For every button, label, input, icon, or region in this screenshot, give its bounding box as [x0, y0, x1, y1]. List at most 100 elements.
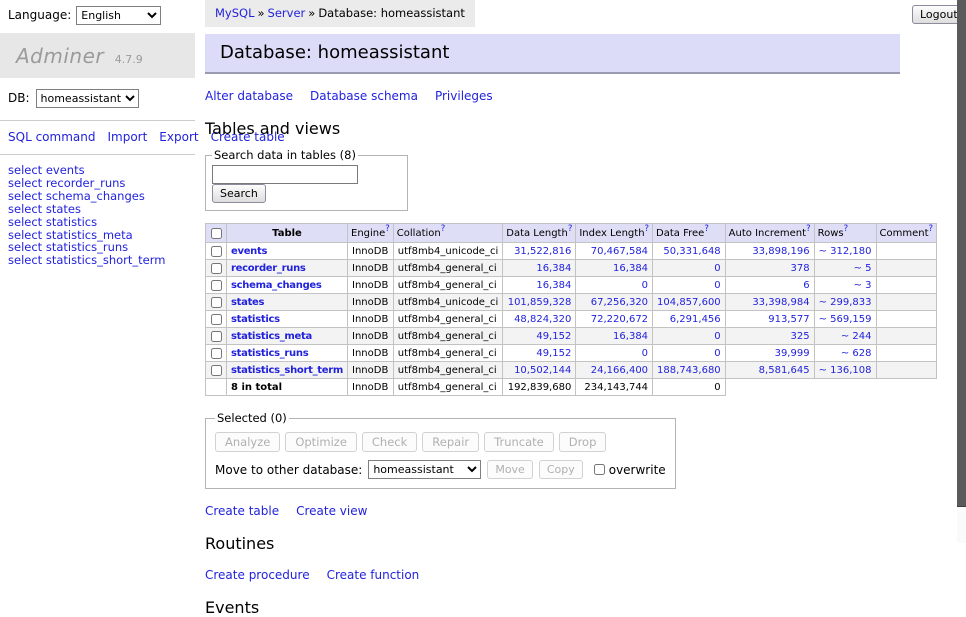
select-all-checkbox[interactable] — [211, 228, 222, 239]
breadcrumb-separator: » — [258, 6, 265, 20]
hint-link-comment[interactable]: ? — [929, 224, 934, 234]
hint-link-index-length[interactable]: ? — [645, 224, 650, 234]
overwrite-checkbox[interactable] — [594, 464, 605, 475]
table-link-statistics-meta[interactable]: statistics_meta — [231, 331, 312, 342]
app-name: Adminer — [16, 44, 104, 68]
auto-increment-cell: 33,898,196 — [725, 243, 814, 260]
table-link-statistics-runs[interactable]: statistics_runs — [231, 348, 308, 359]
hint-link-data-length[interactable]: ? — [568, 224, 573, 234]
alter-database-link[interactable]: Alter database — [205, 89, 293, 103]
move-database-select[interactable]: homeassistant — [368, 460, 481, 479]
row-checkbox-schema_changes[interactable] — [211, 280, 222, 291]
create-procedure-link[interactable]: Create procedure — [205, 568, 310, 582]
rows-cell: ~ 299,833 — [814, 294, 876, 311]
row-checkbox-recorder_runs[interactable] — [211, 263, 222, 274]
total-row: 8 in totalInnoDButf8mb4_general_ci192,83… — [206, 379, 937, 396]
row-checkbox-statistics_meta[interactable] — [211, 331, 222, 342]
table-link-events[interactable]: events — [231, 246, 267, 257]
sidebar-import-link[interactable]: Import — [107, 130, 147, 144]
engine-cell: InnoDB — [348, 294, 394, 311]
data-free-cell: 0 — [653, 277, 726, 294]
repair-button[interactable]: Repair — [422, 432, 479, 452]
row-checkbox-states[interactable] — [211, 297, 222, 308]
check-button[interactable]: Check — [362, 432, 417, 452]
move-row: Move to other database: homeassistant Mo… — [215, 460, 666, 479]
selected-legend: Selected (0) — [215, 411, 289, 425]
collation-cell: utf8mb4_general_ci — [393, 260, 502, 277]
data-length-cell: 49,152 — [503, 345, 576, 362]
sidebar-select-schema-changes-link[interactable]: select schema_changes — [8, 190, 187, 203]
data-free-cell: 6,291,456 — [653, 311, 726, 328]
row-checkbox-statistics[interactable] — [211, 314, 222, 325]
create-view-link[interactable]: Create view — [296, 504, 367, 518]
data-length-cell: 16,384 — [503, 260, 576, 277]
sidebar-export-link[interactable]: Export — [159, 130, 198, 144]
database-links: Alter database Database schema Privileges — [205, 89, 956, 103]
table-link-states[interactable]: states — [231, 297, 264, 308]
sidebar-sql-command-link[interactable]: SQL command — [8, 130, 95, 144]
sidebar-select-statistics-link[interactable]: select statistics — [8, 216, 187, 229]
routines-heading: Routines — [205, 534, 956, 553]
database-schema-link[interactable]: Database schema — [310, 89, 418, 103]
row-checkbox-statistics_short_term[interactable] — [211, 365, 222, 376]
app-logo: Adminer 4.7.9 — [0, 33, 195, 78]
table-link-recorder-runs[interactable]: recorder_runs — [231, 263, 306, 274]
hint-link-data-free[interactable]: ? — [704, 224, 709, 234]
collation-cell: utf8mb4_general_ci — [393, 277, 502, 294]
scrollbar[interactable] — [957, 0, 966, 543]
main-content: MySQL»Server»Database: homeassistant Dat… — [205, 0, 956, 617]
breadcrumb-mysql-link[interactable]: MySQL — [215, 6, 255, 20]
column-header-index-length: Index Length? — [576, 224, 653, 243]
events-heading: Events — [205, 598, 956, 617]
hint-link-engine[interactable]: ? — [385, 224, 390, 234]
engine-cell: InnoDB — [348, 311, 394, 328]
index-length-cell: 16,384 — [576, 328, 653, 345]
move-button[interactable]: Move — [487, 460, 533, 479]
sidebar-select-recorder-runs-link[interactable]: select recorder_runs — [8, 177, 187, 190]
db-select[interactable]: homeassistant — [36, 89, 139, 108]
row-checkbox-statistics_runs[interactable] — [211, 348, 222, 359]
truncate-button[interactable]: Truncate — [484, 432, 554, 452]
sidebar-select-states-link[interactable]: select states — [8, 203, 187, 216]
db-row: DB:homeassistant — [0, 78, 195, 121]
auto-increment-cell: 33,398,984 — [725, 294, 814, 311]
comment-cell — [876, 345, 937, 362]
search-button[interactable]: Search — [212, 184, 266, 203]
collation-cell: utf8mb4_unicode_ci — [393, 243, 502, 260]
data-length-cell: 16,384 — [503, 277, 576, 294]
engine-cell: InnoDB — [348, 345, 394, 362]
column-header-table: Table — [227, 224, 348, 243]
table-link-statistics-short-term[interactable]: statistics_short_term — [231, 365, 343, 376]
rows-cell: ~ 244 — [814, 328, 876, 345]
total-collation-cell: utf8mb4_general_ci — [393, 379, 502, 396]
table-link-statistics[interactable]: statistics — [231, 314, 280, 325]
copy-button[interactable]: Copy — [539, 460, 583, 479]
index-length-cell: 67,256,320 — [576, 294, 653, 311]
optimize-button[interactable]: Optimize — [285, 432, 357, 452]
table-row: statistics_short_termInnoDButf8mb4_gener… — [206, 362, 937, 379]
column-header-auto-increment: Auto Increment? — [725, 224, 814, 243]
analyze-button[interactable]: Analyze — [215, 432, 280, 452]
tables-table: TableEngine?Collation?Data Length?Index … — [205, 223, 937, 396]
scrollbar-thumb[interactable] — [957, 0, 966, 507]
hint-link-auto-increment[interactable]: ? — [806, 224, 811, 234]
index-length-cell: 0 — [576, 277, 653, 294]
routine-links: Create procedure Create function — [205, 568, 956, 582]
row-checkbox-events[interactable] — [211, 246, 222, 257]
create-table-link[interactable]: Create table — [205, 504, 279, 518]
language-select[interactable]: English — [76, 6, 161, 25]
sidebar-select-statistics-short-term-link[interactable]: select statistics_short_term — [8, 254, 187, 267]
search-input[interactable] — [212, 165, 358, 184]
table-link-schema-changes[interactable]: schema_changes — [231, 280, 322, 291]
column-header-engine: Engine? — [348, 224, 394, 243]
collation-cell: utf8mb4_unicode_ci — [393, 294, 502, 311]
breadcrumb-server-link[interactable]: Server — [268, 6, 306, 20]
comment-cell — [876, 260, 937, 277]
drop-button[interactable]: Drop — [559, 432, 607, 452]
table-name-cell: statistics — [227, 311, 348, 328]
privileges-link[interactable]: Privileges — [435, 89, 493, 103]
hint-link-collation[interactable]: ? — [441, 224, 446, 234]
hint-link-rows[interactable]: ? — [844, 224, 849, 234]
data-free-cell: 0 — [653, 328, 726, 345]
create-function-link[interactable]: Create function — [327, 568, 420, 582]
